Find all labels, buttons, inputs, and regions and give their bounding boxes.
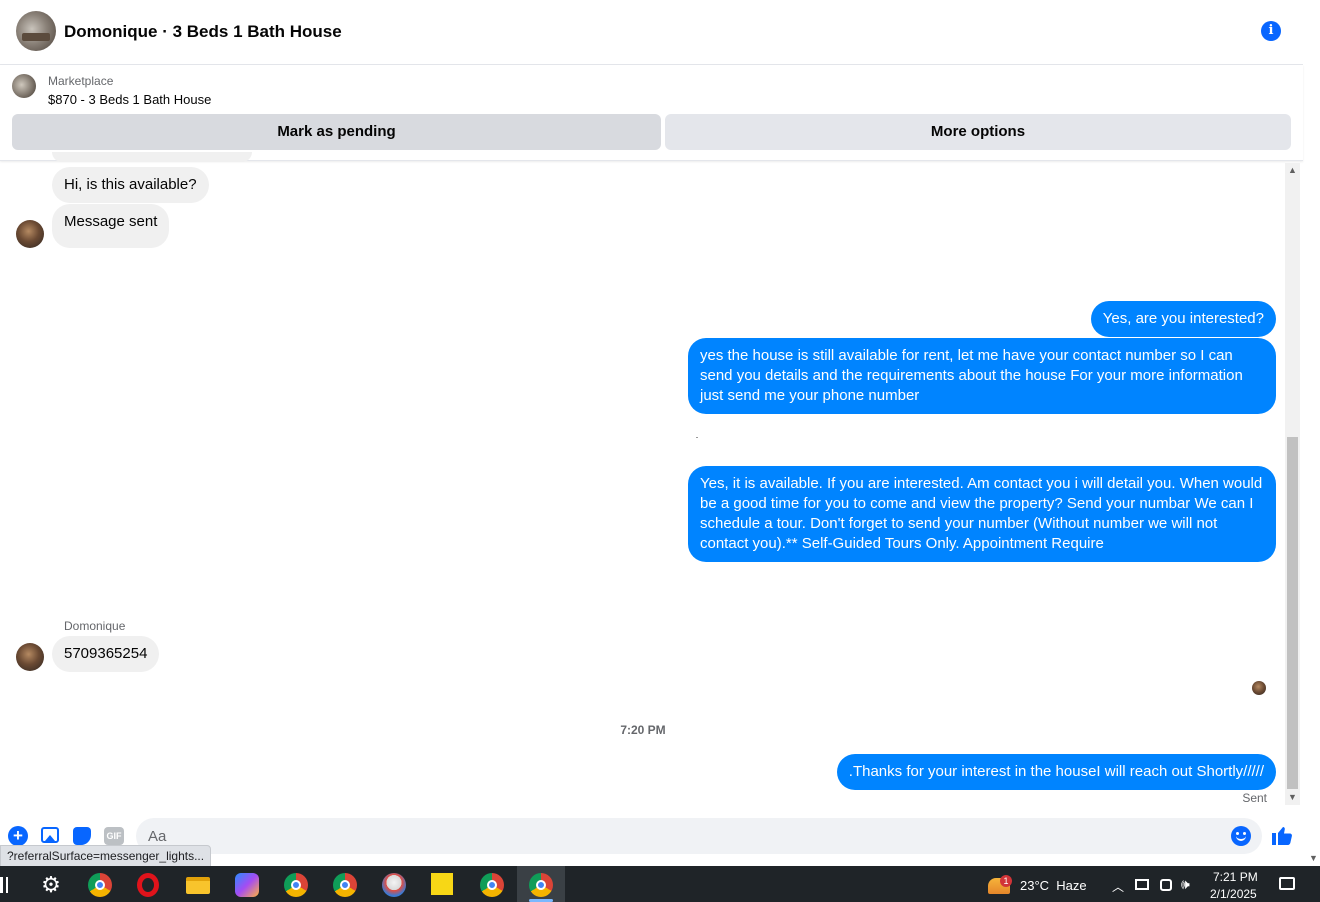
clock-time[interactable]: 7:21 PM [1213,870,1258,884]
paint-icon[interactable] [382,873,406,897]
chrome-icon[interactable] [88,873,112,897]
chrome-profile-icon[interactable] [480,873,504,897]
message-bubble-outgoing: Yes, are you interested? [1090,301,1276,337]
chrome-active-icon[interactable] [529,873,553,897]
seen-avatar [1252,681,1266,695]
message-input[interactable] [148,826,1198,846]
chrome-profile-icon[interactable] [284,873,308,897]
message-bubble-outgoing: .Thanks for your interest in the houseI … [836,754,1276,790]
chrome-profile-icon[interactable] [333,873,357,897]
file-explorer-icon[interactable] [186,877,210,894]
sender-avatar[interactable] [16,643,44,671]
network-icon[interactable] [1135,879,1149,890]
message-bubble-outgoing: Yes, it is available. If you are interes… [688,466,1276,562]
gif-icon[interactable]: GIF [104,827,124,845]
conversation-title[interactable]: Domonique · 3 Beds 1 Bath House [64,22,342,42]
scroll-up-arrow[interactable]: ▲ [1288,165,1297,175]
link-status-tooltip: ?referralSurface=messenger_lights... [0,845,212,867]
show-hidden-icons-chevron[interactable]: ︿ [1112,878,1124,895]
message-bubble-incoming: Message sent [52,204,170,248]
opera-icon[interactable] [137,873,159,897]
more-options-button[interactable]: More options [665,114,1291,150]
task-view-icon[interactable] [0,877,8,893]
delivery-status: Sent [1242,791,1267,805]
copilot-icon[interactable] [235,873,259,897]
partial-bubble [52,152,252,162]
weather-text[interactable]: 23°C Haze [1020,878,1087,893]
clock-date[interactable]: 2/1/2025 [1210,887,1257,901]
emoji-icon[interactable] [1231,826,1251,846]
separator-dot [696,437,698,438]
listing-title[interactable]: $870 - 3 Beds 1 Bath House [48,92,211,107]
scroll-down-arrow[interactable]: ▼ [1288,792,1297,802]
message-bubble-outgoing: yes the house is still available for ren… [688,338,1276,414]
scrollbar-thumb[interactable] [1287,437,1298,789]
notifications-icon[interactable] [1279,877,1295,890]
meet-now-icon[interactable] [1160,879,1172,891]
sender-name: Domonique [64,619,126,633]
listing-avatar[interactable] [16,11,56,51]
listing-thumbnail[interactable] [12,74,36,98]
sticky-notes-icon[interactable] [431,873,453,895]
notification-count-badge: 1 [1000,875,1012,887]
info-icon[interactable]: i [1261,21,1281,41]
thumbs-up-icon[interactable] [1270,823,1294,847]
plus-icon[interactable]: + [8,826,28,846]
message-bubble-incoming: Hi, is this available? [52,167,209,203]
photo-icon[interactable] [41,827,59,843]
message-bubble-incoming: 5709365254 [52,636,160,672]
mark-as-pending-button[interactable]: Mark as pending [12,114,661,150]
settings-gear-icon[interactable]: ⚙ [39,873,63,897]
sticker-icon[interactable] [73,827,91,845]
sender-avatar[interactable] [16,220,44,248]
marketplace-label: Marketplace [48,74,114,88]
page-scroll-down-arrow[interactable]: ▼ [1309,853,1318,863]
volume-icon[interactable]: 🕪 [1181,876,1190,893]
message-timestamp: 7:20 PM [620,723,666,737]
